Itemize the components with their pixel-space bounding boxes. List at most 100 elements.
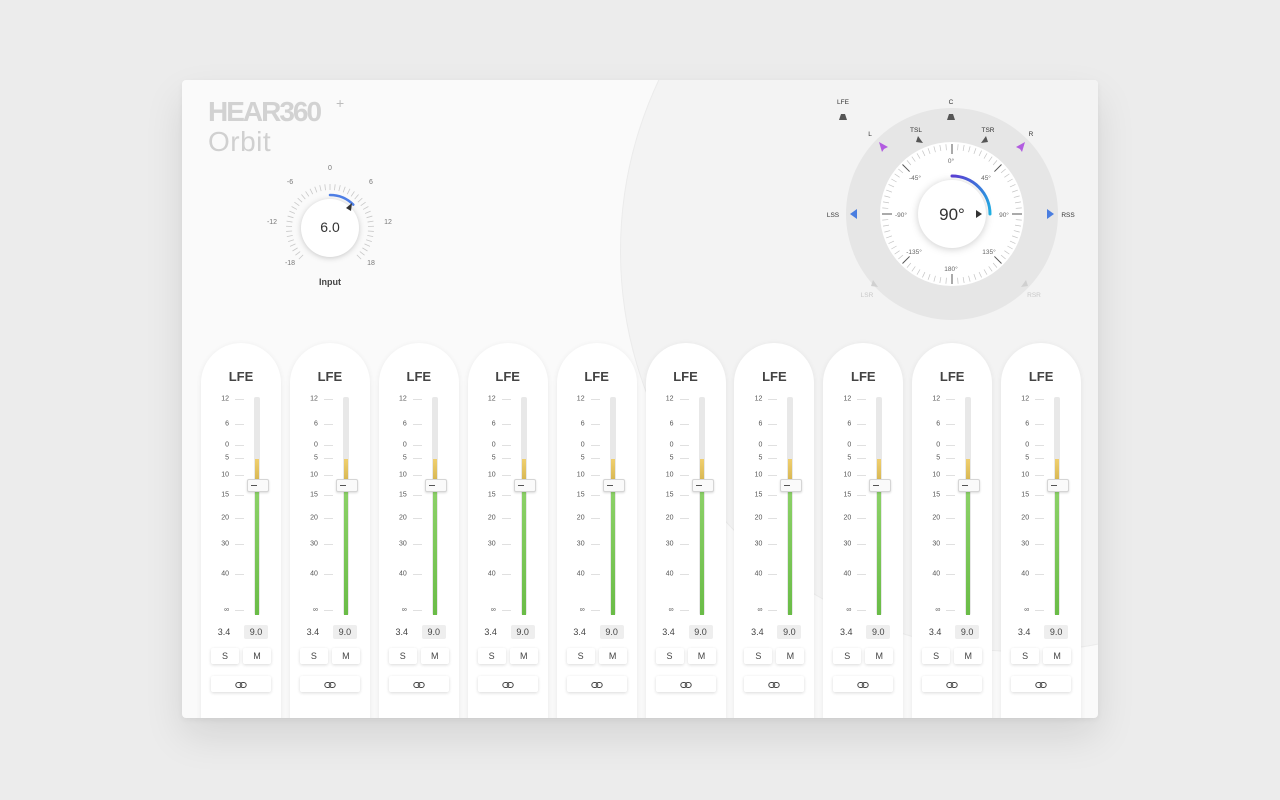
link-icon bbox=[857, 681, 869, 688]
fader-handle[interactable] bbox=[247, 479, 269, 492]
channel-name: LFE bbox=[228, 369, 254, 384]
input-knob-tick bbox=[342, 186, 346, 193]
ring-label-neg90: -90° bbox=[895, 211, 907, 219]
fader-handle[interactable] bbox=[780, 479, 803, 492]
solo-button[interactable]: S bbox=[922, 648, 951, 664]
fader-scale-label: 6 bbox=[936, 420, 941, 428]
fader-scale-tick bbox=[323, 475, 333, 476]
level-meter-signal bbox=[1055, 484, 1060, 615]
fader-handle[interactable] bbox=[513, 479, 536, 492]
fader-scale-label: 30 bbox=[932, 540, 941, 548]
gain-value-field[interactable]: 9.0 bbox=[599, 625, 624, 639]
level-meter-signal bbox=[432, 484, 437, 615]
solo-button[interactable]: S bbox=[833, 648, 862, 664]
gain-value-field[interactable]: 9.0 bbox=[866, 625, 891, 639]
fader-scale-label: 40 bbox=[754, 570, 763, 578]
fader-scale-tick bbox=[412, 424, 422, 425]
link-button[interactable] bbox=[922, 676, 983, 692]
gain-value-field[interactable]: 9.0 bbox=[332, 625, 357, 639]
surround-panner[interactable]: 90° 0° 45° 90° 135° 180° -135° -90° -45°… bbox=[818, 90, 1088, 330]
input-knob-tick bbox=[360, 201, 366, 206]
fader-scale-tick bbox=[768, 495, 778, 496]
channel-strip: LFE 12 6 0 5 10 15 20 30 40 ∞ 3.4 9.0 S M bbox=[556, 343, 637, 718]
fader-scale-label: 40 bbox=[399, 570, 407, 578]
gain-value-field[interactable]: 9.0 bbox=[777, 625, 802, 639]
fader-scale-tick bbox=[857, 475, 867, 476]
mute-button[interactable]: M bbox=[509, 648, 538, 664]
solo-button[interactable]: S bbox=[299, 648, 328, 664]
mute-button[interactable]: M bbox=[331, 648, 360, 664]
fader-handle[interactable] bbox=[869, 479, 892, 492]
fader-scale-tick bbox=[768, 458, 778, 459]
link-button[interactable] bbox=[299, 676, 360, 692]
link-button[interactable] bbox=[477, 676, 538, 692]
link-button[interactable] bbox=[566, 676, 627, 692]
fader-scale-label: 30 bbox=[1021, 540, 1030, 548]
solo-button[interactable]: S bbox=[211, 648, 239, 664]
gain-value-field[interactable]: 9.0 bbox=[244, 625, 268, 639]
fader-handle[interactable] bbox=[1047, 479, 1070, 492]
mute-button[interactable]: M bbox=[776, 648, 805, 664]
fader-scale-label: 5 bbox=[847, 454, 852, 462]
fader-scale-label: 6 bbox=[313, 420, 318, 428]
solo-button[interactable]: S bbox=[655, 648, 684, 664]
fader-scale-label: 30 bbox=[843, 540, 852, 548]
link-button[interactable] bbox=[211, 676, 271, 692]
input-knob-tick bbox=[295, 251, 301, 256]
fader-scale-tick bbox=[235, 518, 244, 519]
gain-value-field[interactable]: 9.0 bbox=[1044, 625, 1069, 639]
solo-button[interactable]: S bbox=[477, 648, 506, 664]
fader-scale-label: 20 bbox=[754, 514, 763, 522]
mute-button[interactable]: M bbox=[865, 648, 894, 664]
gain-value-field[interactable]: 9.0 bbox=[955, 625, 980, 639]
mute-button[interactable]: M bbox=[954, 648, 983, 664]
gain-value-field[interactable]: 9.0 bbox=[688, 625, 713, 639]
fader-scale-label: 30 bbox=[310, 540, 318, 548]
solo-button[interactable]: S bbox=[744, 648, 773, 664]
fader-scale-tick bbox=[590, 445, 600, 446]
gain-value-field[interactable]: 9.0 bbox=[510, 625, 535, 639]
peak-value: 3.4 bbox=[840, 627, 853, 637]
peak-value: 3.4 bbox=[217, 627, 231, 637]
speaker-label-tsr: TSR bbox=[982, 127, 995, 134]
input-knob-tick bbox=[294, 201, 300, 206]
fader-handle[interactable] bbox=[602, 479, 625, 492]
fader-handle[interactable] bbox=[424, 479, 447, 492]
mute-button[interactable]: M bbox=[243, 648, 271, 664]
solo-button[interactable]: S bbox=[566, 648, 595, 664]
solo-button[interactable]: S bbox=[1011, 648, 1040, 664]
mute-button[interactable]: M bbox=[598, 648, 627, 664]
channel-strip: LFE 12 6 0 5 10 15 20 30 40 ∞ 3.4 9.0 S M bbox=[289, 343, 370, 718]
fader-handle[interactable] bbox=[958, 479, 981, 492]
fader-scale-label: 0 bbox=[313, 441, 318, 449]
fader-scale-label: 0 bbox=[402, 441, 407, 449]
link-button[interactable] bbox=[1011, 676, 1072, 692]
input-knob-tick bbox=[297, 197, 303, 203]
fader-scale-label: 6 bbox=[580, 420, 585, 428]
input-knob-tick bbox=[305, 191, 310, 197]
solo-button[interactable]: S bbox=[388, 648, 417, 664]
fader-handle[interactable] bbox=[335, 479, 358, 492]
mute-button[interactable]: M bbox=[1043, 648, 1072, 664]
input-knob-tick bbox=[354, 194, 359, 200]
peak-value: 3.4 bbox=[306, 627, 320, 637]
link-button[interactable] bbox=[833, 676, 894, 692]
link-button[interactable] bbox=[744, 676, 805, 692]
fader-scale-label: 40 bbox=[221, 570, 229, 578]
link-button[interactable] bbox=[655, 676, 716, 692]
fader-scale-tick bbox=[501, 399, 511, 400]
speaker-label-lss: LSS bbox=[827, 212, 840, 219]
channel-strip: LFE 12 6 0 5 10 15 20 30 40 ∞ 3.4 9.0 S M bbox=[823, 343, 904, 718]
fader-scale-tick bbox=[590, 399, 600, 400]
fader-scale-tick bbox=[323, 424, 333, 425]
mute-button[interactable]: M bbox=[420, 648, 449, 664]
level-meter-signal bbox=[610, 484, 615, 615]
fader-scale-label: 5 bbox=[669, 454, 674, 462]
speaker-lfe-icon[interactable] bbox=[839, 114, 847, 120]
channel-name: LFE bbox=[406, 369, 432, 384]
mute-button[interactable]: M bbox=[687, 648, 716, 664]
fader-scale-tick bbox=[590, 475, 600, 476]
fader-handle[interactable] bbox=[691, 479, 714, 492]
gain-value-field[interactable]: 9.0 bbox=[421, 625, 446, 639]
link-button[interactable] bbox=[388, 676, 449, 692]
